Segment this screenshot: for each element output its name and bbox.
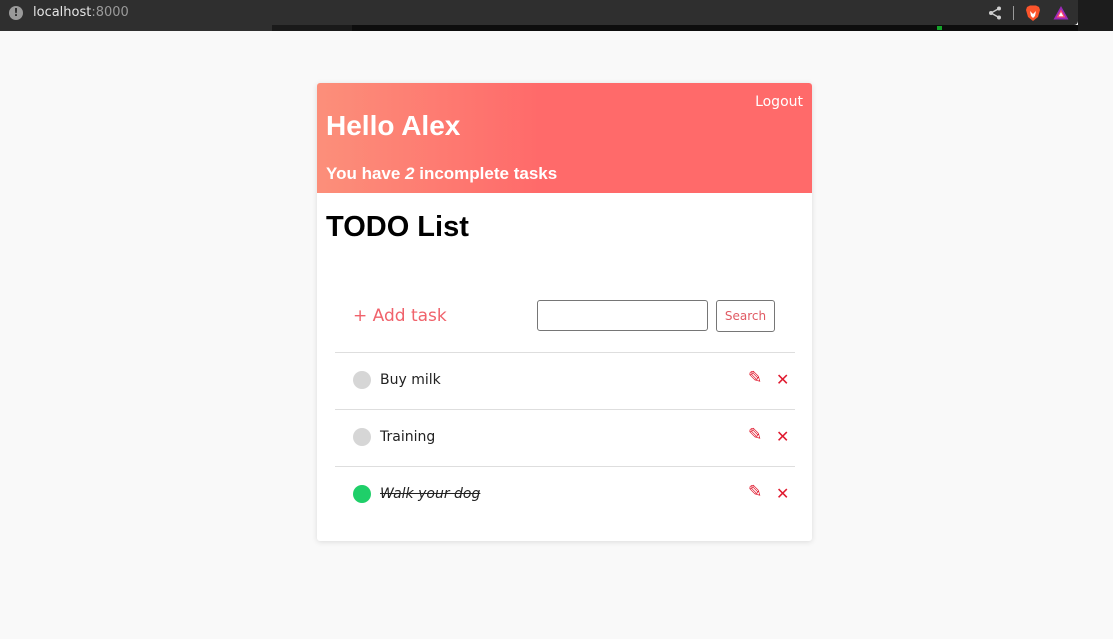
task-label[interactable]: Walk your dog [380,486,480,502]
task-status-indicator[interactable] [353,428,371,446]
search-button[interactable]: Search [716,300,775,332]
task-row: Buy milk ✎ ✕ [335,352,795,409]
url-port: :8000 [91,5,129,20]
tab-strip-right [1078,0,1113,31]
info-icon[interactable]: ! [9,5,23,20]
add-task-link[interactable]: + Add task [353,306,447,326]
tab-strip-mid [272,25,352,31]
edit-icon[interactable]: ✎ [748,482,762,502]
share-icon[interactable] [987,5,1003,21]
search-input[interactable] [537,300,708,331]
delete-icon[interactable]: ✕ [776,427,789,446]
task-label[interactable]: Buy milk [380,372,441,388]
page-title: TODO List [326,211,469,243]
url-host: localhost [33,5,92,20]
tab-strip-left [0,25,272,31]
task-status-indicator[interactable] [353,371,371,389]
tab-strip [0,0,1113,31]
incomplete-tasks-summary: You have 2 incomplete tasks [326,164,557,184]
rewards-icon[interactable] [1052,4,1070,22]
logout-link[interactable]: Logout [755,94,803,110]
browser-actions [987,0,1070,25]
task-row: Walk your dog ✎ ✕ [335,466,795,523]
task-list: Buy milk ✎ ✕ Training ✎ ✕ Walk your dog … [335,352,795,523]
summary-suffix: incomplete tasks [414,164,558,183]
delete-icon[interactable]: ✕ [776,484,789,503]
greeting-heading: Hello Alex [326,110,461,141]
task-label[interactable]: Training [380,429,435,445]
task-row: Training ✎ ✕ [335,409,795,466]
incomplete-count: 2 [405,164,415,183]
task-toolbar: + Add task Search [335,300,795,335]
address-bar[interactable]: localhost:8000 [33,5,129,20]
edit-icon[interactable]: ✎ [748,368,762,388]
summary-prefix: You have [326,164,406,183]
todo-card: Logout Hello Alex You have 2 incomplete … [317,83,812,541]
brave-icon[interactable] [1024,4,1042,22]
delete-icon[interactable]: ✕ [776,370,789,389]
card-header: Logout Hello Alex You have 2 incomplete … [317,83,812,193]
edit-icon[interactable]: ✎ [748,425,762,445]
activity-indicator [937,26,942,30]
browser-toolbar: ! localhost:8000 [0,0,1078,25]
task-status-indicator[interactable] [353,485,371,503]
toolbar-separator [1013,5,1014,20]
